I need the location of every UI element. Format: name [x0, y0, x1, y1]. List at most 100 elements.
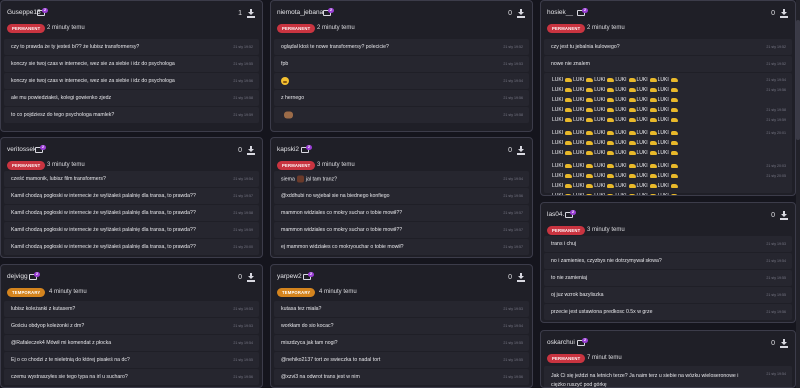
- username[interactable]: yarpew2: [277, 273, 302, 280]
- car-emote-icon: [565, 117, 573, 122]
- luki-word: LUKI: [552, 183, 564, 189]
- username[interactable]: veritossek: [7, 146, 36, 153]
- car-emote-icon: [565, 97, 573, 102]
- user-card-hosiek: hosiek__ 2 0 PERMANENT 2 minuty temu czy…: [540, 0, 796, 196]
- luki-word: LUKI: [615, 97, 627, 103]
- download-icon[interactable]: [247, 146, 255, 155]
- luki-word: LUKI: [573, 117, 585, 123]
- luki-time: [766, 138, 786, 148]
- user-card-dejvigg: dejvigg 2 0 TEMPORARY 4 minuty temu lubi…: [0, 264, 263, 388]
- list-item: ale mu powiedziałeś, kolegi gowienko zje…: [4, 90, 259, 106]
- message-count: 0: [508, 10, 512, 17]
- luki-row: LUKI LUKI LUKI LUKI LUKI LUKI: [552, 85, 752, 95]
- list-item: lubisz koleżanki z kutasem? 21 sty 19:53: [4, 301, 259, 317]
- status-badge: PERMANENT: [277, 24, 316, 33]
- download-icon[interactable]: [517, 9, 525, 18]
- list-item: workłam do sio kocac? 21 sty 19:54: [274, 318, 529, 334]
- luki-word: LUKI: [657, 97, 669, 103]
- time-ago: 4 minuty temu: [319, 289, 357, 295]
- luki-word: LUKI: [657, 87, 669, 93]
- username[interactable]: las04.: [547, 211, 564, 218]
- list-item: oj juz wzrok bazyliszka 21 sty 19:55: [544, 287, 792, 303]
- luki-word: LUKI: [657, 173, 669, 179]
- user-card-guseppe: Guseppe15 2 1 PERMANENT 2 minuty temu cz…: [0, 0, 263, 132]
- download-icon[interactable]: [780, 339, 788, 348]
- blob-emote-icon: [284, 111, 293, 119]
- car-emote-icon: [607, 117, 615, 122]
- luki-word: LUKI: [615, 173, 627, 179]
- luki-word: LUKI: [636, 193, 648, 196]
- car-emote-icon: [649, 97, 657, 102]
- luki-time: [766, 148, 786, 158]
- message-badge-icon: 2: [303, 272, 315, 281]
- car-emote-icon: [628, 140, 636, 145]
- luki-word: LUKI: [573, 130, 585, 136]
- luki-word: LUKI: [594, 77, 606, 83]
- luki-timestamps: 21 sty 19:54 21 sty 19:56 21 sty 19:58 21 …: [766, 75, 786, 195]
- username[interactable]: kapski2: [277, 146, 299, 153]
- user-card-yarpew: yarpew2 2 0 TEMPORARY 4 minuty temu kuta…: [270, 264, 533, 388]
- scroll-thumb[interactable]: [796, 20, 800, 140]
- car-emote-icon: [670, 150, 678, 155]
- car-emote-icon: [586, 77, 594, 82]
- message-badge-icon: 2: [577, 8, 589, 17]
- car-emote-icon: [565, 183, 573, 188]
- luki-word: LUKI: [636, 87, 648, 93]
- luki-word: LUKI: [552, 163, 564, 169]
- luki-time: 21 sty 19:54: [766, 78, 786, 82]
- car-emote-icon: [565, 173, 573, 178]
- car-emote-icon: [628, 163, 636, 168]
- list-item: przecie jest ustawiona predkosc 0.5x w g…: [544, 304, 792, 320]
- list-item: Gościu obdyop koleżonki z dm? 21 sty 19:5…: [4, 318, 259, 334]
- car-emote-icon: [586, 150, 594, 155]
- download-icon[interactable]: [247, 273, 255, 282]
- list-item: Kamil chodzą pogłoski w internecie że wy…: [4, 239, 259, 255]
- list-item: nowe nie znalem 21 sty 19:52: [544, 56, 792, 72]
- luki-row: LUKI LUKI LUKI LUKI LUKI LUKI: [552, 181, 752, 191]
- download-icon[interactable]: [517, 273, 525, 282]
- username[interactable]: hosiek__: [547, 9, 573, 16]
- list-item: Ej o co chodzi z te nieletnią do której …: [4, 352, 259, 368]
- card-header: Guseppe15 2 1 PERMANENT 2 minuty temu: [1, 1, 262, 39]
- car-emote-icon: [565, 193, 573, 195]
- download-icon[interactable]: [517, 146, 525, 155]
- luki-word: LUKI: [594, 150, 606, 156]
- username[interactable]: Guseppe15: [7, 9, 41, 16]
- luki-time: 21 sty 19:59: [766, 118, 786, 122]
- car-emote-icon: [607, 87, 615, 92]
- luki-row: LUKI LUKI LUKI LUKI LUKI LUKI: [552, 115, 752, 125]
- card-header: yarpew2 2 0 TEMPORARY 4 minuty temu: [271, 265, 532, 303]
- list-item: z hernego 21 sty 19:56: [274, 90, 529, 106]
- luki-word: LUKI: [657, 150, 669, 156]
- username[interactable]: dejvigg: [7, 273, 28, 280]
- luki-word: LUKI: [615, 77, 627, 83]
- luki-word: LUKI: [573, 163, 585, 169]
- luki-word: LUKI: [636, 150, 648, 156]
- download-icon[interactable]: [247, 9, 255, 18]
- luki-word: LUKI: [594, 87, 606, 93]
- page-scrollbar[interactable]: [796, 0, 800, 388]
- car-emote-icon: [670, 77, 678, 82]
- status-badge: TEMPORARY: [7, 288, 46, 297]
- luki-word: LUKI: [552, 140, 564, 146]
- luki-row: LUKI LUKI LUKI LUKI LUKI LUKI: [552, 105, 752, 115]
- luki-row: LUKI LUKI LUKI LUKI LUKI LUKI: [552, 138, 752, 148]
- download-icon[interactable]: [780, 211, 788, 220]
- car-emote-icon: [586, 173, 594, 178]
- luki-row: LUKI LUKI LUKI LUKI LUKI LUKI: [552, 161, 752, 171]
- car-emote-icon: [649, 130, 657, 135]
- user-card-las04: las04. 2 0 PERMANENT 3 minuty temu trans…: [540, 202, 796, 323]
- username[interactable]: niemota_jebana: [277, 9, 323, 16]
- list-item: to co pojdziesz do tego psychologa mamle…: [4, 107, 259, 123]
- message-count: 0: [771, 10, 775, 17]
- message-badge-icon: 2: [37, 8, 49, 17]
- car-emote-icon: [586, 97, 594, 102]
- download-icon[interactable]: [780, 9, 788, 18]
- luki-word: LUKI: [615, 183, 627, 189]
- luki-word: LUKI: [594, 130, 606, 136]
- luki-time: 21 sty 19:56: [766, 88, 786, 92]
- username[interactable]: oskarchui: [547, 339, 575, 346]
- car-emote-icon: [628, 150, 636, 155]
- card-header: dejvigg 2 0 TEMPORARY 4 minuty temu: [1, 265, 262, 303]
- luki-word: LUKI: [657, 183, 669, 189]
